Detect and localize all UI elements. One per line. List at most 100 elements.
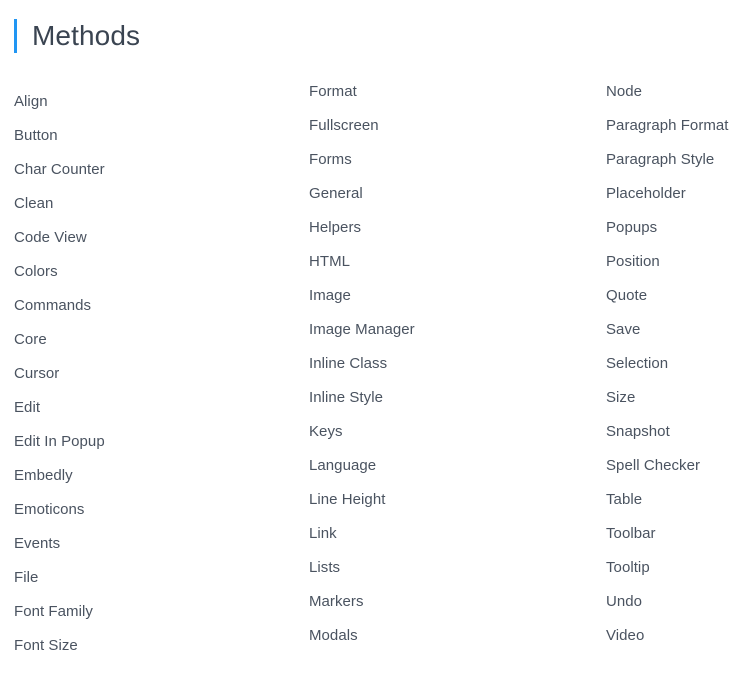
list-item: Node bbox=[606, 75, 754, 109]
method-link[interactable]: Markers bbox=[309, 593, 364, 610]
list-item: Edit In Popup bbox=[14, 425, 294, 459]
method-link[interactable]: Commands bbox=[14, 297, 91, 314]
method-link[interactable]: Paragraph Style bbox=[606, 151, 714, 168]
methods-page: Methods Align Button Char Counter Clean Code… bbox=[0, 0, 754, 675]
method-link[interactable]: Tooltip bbox=[606, 559, 650, 576]
list-item: Char Counter bbox=[14, 153, 294, 187]
method-link[interactable]: File bbox=[14, 569, 38, 586]
list-item: Toolbar bbox=[606, 517, 754, 551]
list-item: Language bbox=[309, 449, 594, 483]
method-link[interactable]: Align bbox=[14, 93, 48, 110]
method-link[interactable]: Helpers bbox=[309, 219, 361, 236]
method-link[interactable]: Undo bbox=[606, 593, 642, 610]
list-item: Code View bbox=[14, 221, 294, 255]
list-item: Quote bbox=[606, 279, 754, 313]
method-link[interactable]: Popups bbox=[606, 219, 657, 236]
method-link[interactable]: Image Manager bbox=[309, 321, 415, 338]
method-link[interactable]: Language bbox=[309, 457, 376, 474]
list-item: Popups bbox=[606, 211, 754, 245]
list-item: Markers bbox=[309, 585, 594, 619]
list-item: Tooltip bbox=[606, 551, 754, 585]
method-link[interactable]: Image bbox=[309, 287, 351, 304]
method-link[interactable]: Edit bbox=[14, 399, 40, 416]
method-link[interactable]: Events bbox=[14, 535, 60, 552]
list-item: Button bbox=[14, 119, 294, 153]
method-link[interactable]: Table bbox=[606, 491, 642, 508]
list-item: Clean bbox=[14, 187, 294, 221]
list-item: Placeholder bbox=[606, 177, 754, 211]
method-link[interactable]: Forms bbox=[309, 151, 352, 168]
method-link[interactable]: Link bbox=[309, 525, 337, 542]
list-item: HTML bbox=[309, 245, 594, 279]
method-link[interactable]: Quote bbox=[606, 287, 647, 304]
list-item: Events bbox=[14, 527, 294, 561]
list-item: Inline Style bbox=[309, 381, 594, 415]
list-item: General bbox=[309, 177, 594, 211]
list-item: Embedly bbox=[14, 459, 294, 493]
method-link[interactable]: Save bbox=[606, 321, 640, 338]
list-item: Selection bbox=[606, 347, 754, 381]
method-link[interactable]: Button bbox=[14, 127, 58, 144]
list-item: Link bbox=[309, 517, 594, 551]
list-item: Format bbox=[309, 75, 594, 109]
methods-columns: Align Button Char Counter Clean Code View Col… bbox=[0, 0, 754, 675]
list-item: Snapshot bbox=[606, 415, 754, 449]
method-link[interactable]: Lists bbox=[309, 559, 340, 576]
list-item: Font Family bbox=[14, 595, 294, 629]
method-link[interactable]: Format bbox=[309, 83, 357, 100]
list-item: Table bbox=[606, 483, 754, 517]
method-link[interactable]: Size bbox=[606, 389, 635, 406]
method-link[interactable]: Fullscreen bbox=[309, 117, 379, 134]
list-item: Align bbox=[14, 85, 294, 119]
method-link[interactable]: Placeholder bbox=[606, 185, 686, 202]
list-item: Cursor bbox=[14, 357, 294, 391]
list-item: Image Manager bbox=[309, 313, 594, 347]
method-link[interactable]: General bbox=[309, 185, 363, 202]
method-link[interactable]: Line Height bbox=[309, 491, 385, 508]
method-link[interactable]: Keys bbox=[309, 423, 343, 440]
list-item: Size bbox=[606, 381, 754, 415]
list-item: Image bbox=[309, 279, 594, 313]
method-link[interactable]: Cursor bbox=[14, 365, 59, 382]
method-link[interactable]: Position bbox=[606, 253, 660, 270]
list-item: Undo bbox=[606, 585, 754, 619]
method-link[interactable]: Code View bbox=[14, 229, 87, 246]
list-item: Modals bbox=[309, 619, 594, 653]
method-link[interactable]: Core bbox=[14, 331, 47, 348]
method-link[interactable]: Font Size bbox=[14, 637, 78, 654]
method-link[interactable]: Modals bbox=[309, 627, 358, 644]
method-link[interactable]: Embedly bbox=[14, 467, 73, 484]
list-item: File bbox=[14, 561, 294, 595]
method-link[interactable]: Font Family bbox=[14, 603, 93, 620]
method-link[interactable]: Paragraph Format bbox=[606, 117, 729, 134]
method-link[interactable]: Colors bbox=[14, 263, 58, 280]
list-item: Save bbox=[606, 313, 754, 347]
list-item: Forms bbox=[309, 143, 594, 177]
method-link[interactable]: Selection bbox=[606, 355, 668, 372]
list-item: Colors bbox=[14, 255, 294, 289]
list-item: Video bbox=[606, 619, 754, 653]
list-item: Emoticons bbox=[14, 493, 294, 527]
method-link[interactable]: HTML bbox=[309, 253, 350, 270]
list-item: Paragraph Style bbox=[606, 143, 754, 177]
method-link[interactable]: Spell Checker bbox=[606, 457, 700, 474]
method-link[interactable]: Toolbar bbox=[606, 525, 656, 542]
list-item: Position bbox=[606, 245, 754, 279]
methods-column-1: Align Button Char Counter Clean Code View Col… bbox=[14, 0, 294, 663]
list-item: Spell Checker bbox=[606, 449, 754, 483]
list-item: Line Height bbox=[309, 483, 594, 517]
methods-list-2: Format Fullscreen Forms General Helpers HTML I… bbox=[309, 75, 594, 653]
method-link[interactable]: Edit In Popup bbox=[14, 433, 105, 450]
method-link[interactable]: Emoticons bbox=[14, 501, 84, 518]
method-link[interactable]: Video bbox=[606, 627, 644, 644]
list-item: Keys bbox=[309, 415, 594, 449]
method-link[interactable]: Clean bbox=[14, 195, 53, 212]
method-link[interactable]: Node bbox=[606, 83, 642, 100]
method-link[interactable]: Inline Class bbox=[309, 355, 387, 372]
methods-column-3: Node Paragraph Format Paragraph Style Place… bbox=[606, 0, 754, 653]
list-item: Helpers bbox=[309, 211, 594, 245]
method-link[interactable]: Snapshot bbox=[606, 423, 670, 440]
list-item: Edit bbox=[14, 391, 294, 425]
method-link[interactable]: Inline Style bbox=[309, 389, 383, 406]
method-link[interactable]: Char Counter bbox=[14, 161, 105, 178]
